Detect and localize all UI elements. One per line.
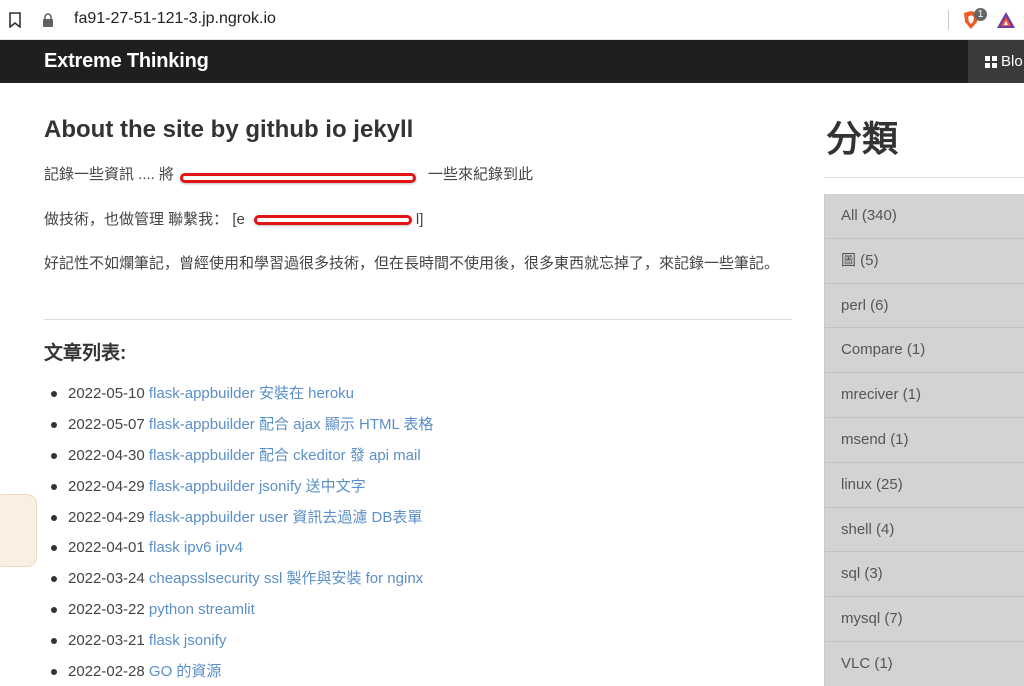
- redaction-mark: [180, 173, 416, 183]
- post-date: 2022-03-24: [68, 570, 145, 588]
- rewards-icon[interactable]: [996, 11, 1016, 29]
- bookmark-icon[interactable]: [8, 12, 22, 28]
- nav-blog-link[interactable]: Blo: [968, 40, 1024, 83]
- contact-text-after: l]: [415, 211, 424, 228]
- post-item: 2022-04-29 flask-appbuilder jsonify 送中文字: [44, 472, 433, 503]
- post-list: 2022-05-10 flask-appbuilder 安裝在 heroku 2…: [44, 379, 433, 686]
- toolbar-separator: [948, 10, 949, 30]
- bullet: [51, 514, 57, 521]
- post-link[interactable]: flask ipv6 ipv4: [149, 539, 243, 556]
- post-link[interactable]: flask-appbuilder 安裝在 heroku: [149, 385, 354, 402]
- category-list: All (340) 圖 (5) perl (6) Compare (1) mre…: [824, 194, 1024, 686]
- about-paragraph: 好記性不如爛筆記，曾經使用和學習過很多技術，但在長時間不使用後，很多東西就忘掉了…: [44, 255, 780, 272]
- bullet: [51, 607, 57, 614]
- post-link[interactable]: flask-appbuilder 配合 ajax 顯示 HTML 表格: [149, 416, 434, 433]
- sidebar-title: 分類: [826, 119, 899, 160]
- lock-icon[interactable]: [42, 13, 54, 28]
- floating-widget-tab[interactable]: [0, 494, 37, 567]
- category-item[interactable]: All (340): [824, 194, 1024, 239]
- category-item[interactable]: shell (4): [824, 507, 1024, 553]
- post-link[interactable]: flask-appbuilder jsonify 送中文字: [149, 478, 366, 495]
- site-navbar: Extreme Thinking Blo: [0, 40, 1024, 83]
- bullet: [51, 669, 57, 676]
- post-date: 2022-04-29: [68, 477, 145, 495]
- bullet: [51, 576, 57, 583]
- page-title: About the site by github io jekyll: [44, 116, 414, 143]
- nav-blog-label: Blo: [1001, 53, 1023, 70]
- bullet: [51, 638, 57, 645]
- category-item[interactable]: mysql (7): [824, 597, 1024, 642]
- category-item[interactable]: mreciver (1): [824, 373, 1024, 418]
- grid-icon: [985, 56, 997, 68]
- category-item[interactable]: VLC (1): [824, 641, 1024, 686]
- post-date: 2022-05-07: [68, 415, 145, 433]
- post-item: 2022-04-29 flask-appbuilder user 資訊去過濾 D…: [44, 503, 433, 534]
- post-date: 2022-02-28: [68, 663, 145, 681]
- bullet: [51, 483, 57, 490]
- post-link[interactable]: python streamlit: [149, 601, 255, 618]
- redaction-mark: [254, 215, 412, 225]
- post-item: 2022-04-30 flask-appbuilder 配合 ckeditor …: [44, 441, 433, 472]
- post-date: 2022-04-30: [68, 446, 145, 464]
- post-item: 2022-05-07 flask-appbuilder 配合 ajax 顯示 H…: [44, 410, 433, 441]
- category-item[interactable]: perl (6): [824, 283, 1024, 329]
- contact-text-before: 做技術，也做管理 聯繫我： [e: [44, 211, 245, 228]
- bullet: [51, 391, 57, 397]
- browser-address-bar: fa91-27-51-121-3.jp.ngrok.io 1: [0, 0, 1024, 40]
- post-item: 2022-03-22 python streamlit: [44, 595, 433, 626]
- post-link[interactable]: flask jsonify: [149, 632, 227, 649]
- category-item[interactable]: 圖 (5): [824, 238, 1024, 284]
- post-date: 2022-05-10: [68, 385, 145, 402]
- post-item: 2022-02-28 GO 的資源: [44, 657, 433, 686]
- category-item[interactable]: msend (1): [824, 417, 1024, 463]
- post-link[interactable]: flask-appbuilder user 資訊去過濾 DB表單: [149, 509, 422, 526]
- post-link[interactable]: cheapsslsecurity ssl 製作與安裝 for nginx: [149, 570, 423, 587]
- post-date: 2022-04-29: [68, 508, 145, 526]
- post-date: 2022-03-21: [68, 632, 145, 650]
- category-item[interactable]: linux (25): [824, 462, 1024, 508]
- post-link[interactable]: flask-appbuilder 配合 ckeditor 發 api mail: [149, 447, 421, 464]
- intro-text-after: 一些來紀錄到此: [428, 166, 534, 183]
- sidebar-divider: [824, 177, 1024, 178]
- bullet: [51, 545, 57, 552]
- bullet: [51, 421, 57, 428]
- intro-text-before: 記錄一些資訊 .... 將: [44, 166, 175, 183]
- bullet: [51, 452, 57, 459]
- url-text[interactable]: fa91-27-51-121-3.jp.ngrok.io: [74, 10, 276, 28]
- post-date: 2022-03-22: [68, 601, 145, 619]
- category-item[interactable]: sql (3): [824, 552, 1024, 598]
- site-brand-link[interactable]: Extreme Thinking: [44, 50, 209, 73]
- post-item: 2022-04-01 flask ipv6 ipv4: [44, 533, 433, 564]
- post-list-title: 文章列表:: [44, 343, 127, 364]
- post-date: 2022-04-01: [68, 539, 145, 557]
- post-link[interactable]: GO 的資源: [149, 663, 222, 680]
- post-item: 2022-05-10 flask-appbuilder 安裝在 heroku: [44, 379, 433, 410]
- category-item[interactable]: Compare (1): [824, 328, 1024, 374]
- post-item: 2022-03-24 cheapsslsecurity ssl 製作與安裝 fo…: [44, 564, 433, 595]
- post-item: 2022-03-21 flask jsonify: [44, 626, 433, 657]
- brave-shield-count-badge: 1: [974, 8, 987, 21]
- divider: [44, 319, 792, 320]
